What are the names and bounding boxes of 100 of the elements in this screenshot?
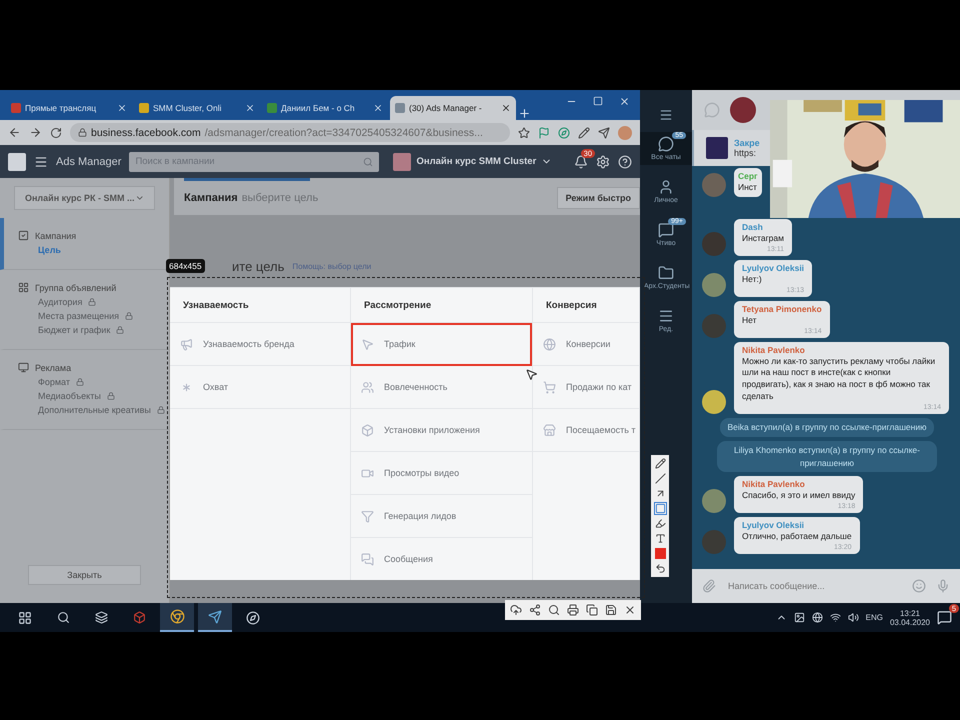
reload-icon[interactable] — [50, 126, 62, 138]
section-title[interactable]: Реклама — [35, 362, 72, 372]
tray-icon[interactable] — [812, 612, 823, 623]
help-icon[interactable] — [618, 154, 632, 168]
objective-option[interactable]: Установки приложения — [351, 409, 532, 452]
arrow-icon[interactable] — [654, 488, 666, 499]
close-icon[interactable] — [373, 103, 383, 113]
browser-tab[interactable]: (30) Ads Manager - — [390, 96, 516, 120]
breadcrumb-hint: выберите цель — [242, 192, 318, 204]
clock[interactable]: 13:21 03.04.2020 — [890, 608, 930, 626]
save-icon[interactable] — [605, 604, 617, 616]
objective-icon — [361, 380, 374, 394]
line-icon[interactable] — [654, 473, 666, 484]
nav-item[interactable]: Цель — [18, 245, 169, 255]
objective-option[interactable]: Просмотры видео — [351, 452, 532, 495]
nav-item[interactable]: Медиаобъекты — [18, 391, 169, 401]
close-icon[interactable] — [624, 604, 636, 616]
print-icon[interactable] — [567, 604, 579, 616]
settings-icon[interactable] — [596, 154, 610, 168]
account-selector[interactable]: Онлайн курс SMM Cluster — [393, 152, 552, 170]
upload-icon[interactable] — [510, 604, 522, 616]
nav-item[interactable]: Аудитория — [18, 297, 169, 307]
text-icon[interactable] — [654, 533, 666, 544]
tray-icon[interactable] — [794, 612, 805, 623]
back-icon[interactable] — [8, 126, 21, 139]
rectangle-icon[interactable] — [654, 503, 666, 514]
cursor-icon — [525, 368, 538, 381]
section-icon — [18, 362, 29, 373]
nav-item[interactable]: Бюджет и график — [18, 325, 169, 335]
search-icon[interactable] — [548, 604, 560, 616]
objective-option[interactable]: Продажи по кат — [533, 366, 639, 409]
objective-option[interactable]: Посещаемость т — [533, 409, 639, 452]
objective-option[interactable]: Трафик — [351, 323, 532, 366]
menu-icon[interactable] — [34, 154, 48, 168]
objective-option[interactable]: Конверсии — [533, 323, 639, 366]
section-title[interactable]: Группа объявлений — [35, 282, 116, 292]
undo-icon[interactable] — [654, 563, 666, 574]
share-icon[interactable] — [529, 604, 541, 616]
objective-option[interactable]: Сообщения — [351, 538, 532, 580]
close-icon[interactable] — [619, 96, 630, 106]
bell-icon[interactable] — [574, 154, 588, 168]
new-tab-icon[interactable] — [518, 107, 531, 120]
site-icon — [11, 103, 21, 113]
marker-icon[interactable] — [654, 518, 666, 529]
browser-tab[interactable]: SMM Cluster, Onli — [134, 96, 260, 120]
browser-icon[interactable] — [170, 609, 184, 624]
forward-icon[interactable] — [29, 126, 42, 139]
messenger-icon[interactable] — [208, 610, 222, 624]
close-icon[interactable] — [117, 103, 127, 113]
flag-icon[interactable] — [538, 126, 550, 138]
copy-icon[interactable] — [586, 604, 598, 616]
close-button[interactable]: Закрыть — [28, 565, 141, 585]
browser-tab[interactable]: Даниил Бем - о Ch — [262, 96, 388, 120]
task-view-icon[interactable] — [94, 611, 108, 624]
lock-icon — [116, 326, 124, 334]
nav-item[interactable]: Дополнительные креативы — [18, 405, 169, 415]
chat-icon — [658, 222, 674, 238]
windows-start-icon[interactable] — [18, 610, 32, 624]
person-icon — [658, 179, 674, 195]
objective-option[interactable]: Генерация лидов — [351, 495, 532, 538]
user-avatar — [702, 172, 726, 197]
search-icon[interactable] — [56, 611, 70, 624]
objective-icon — [361, 424, 374, 436]
maximize-icon[interactable] — [593, 96, 603, 106]
lock-icon — [88, 298, 96, 306]
message-bubble: Серг Инст — [734, 168, 762, 197]
lock-icon — [156, 406, 165, 414]
close-icon[interactable] — [501, 103, 511, 113]
section-icon — [18, 230, 29, 241]
close-icon[interactable] — [245, 103, 255, 113]
pen-icon[interactable] — [578, 126, 590, 138]
volume-icon[interactable] — [848, 612, 859, 623]
color-swatch[interactable] — [654, 548, 666, 559]
send-icon[interactable] — [598, 126, 610, 138]
browser-tab[interactable]: Прямые трансляц — [6, 96, 132, 120]
objective-option[interactable]: Охват — [170, 366, 350, 409]
extension-icon[interactable] — [558, 126, 570, 138]
star-icon[interactable] — [518, 126, 530, 138]
pencil-icon[interactable] — [654, 458, 666, 469]
app-title: Ads Manager — [56, 156, 122, 168]
lock-icon — [125, 312, 134, 320]
lock-icon — [76, 378, 84, 386]
nav-item[interactable]: Формат — [18, 377, 169, 387]
account-dropdown[interactable]: Онлайн курс РК - SMM ... — [14, 186, 155, 210]
section-icon — [18, 282, 29, 293]
section-title[interactable]: Кампания — [35, 230, 76, 240]
objective-icon — [543, 338, 556, 350]
nav-item[interactable]: Места размещения — [18, 311, 169, 321]
address-field[interactable]: business.facebook.com /adsmanager/creation?act=3347025405324607&business... — [70, 123, 510, 142]
logo[interactable] — [8, 152, 26, 170]
objective-icon — [361, 466, 374, 480]
menu-icon[interactable] — [659, 108, 673, 122]
language-indicator[interactable]: ENG — [866, 613, 883, 622]
quick-mode-button[interactable]: Режим быстро — [556, 187, 640, 209]
pinned-message[interactable]: Закре https: — [692, 130, 770, 166]
user-avatar — [702, 390, 726, 414]
network-icon[interactable] — [830, 612, 841, 623]
capture-size: 684x455 — [166, 259, 205, 273]
objective-option[interactable]: Узнаваемость бренда — [170, 323, 350, 366]
notifications-icon[interactable] — [937, 610, 952, 625]
